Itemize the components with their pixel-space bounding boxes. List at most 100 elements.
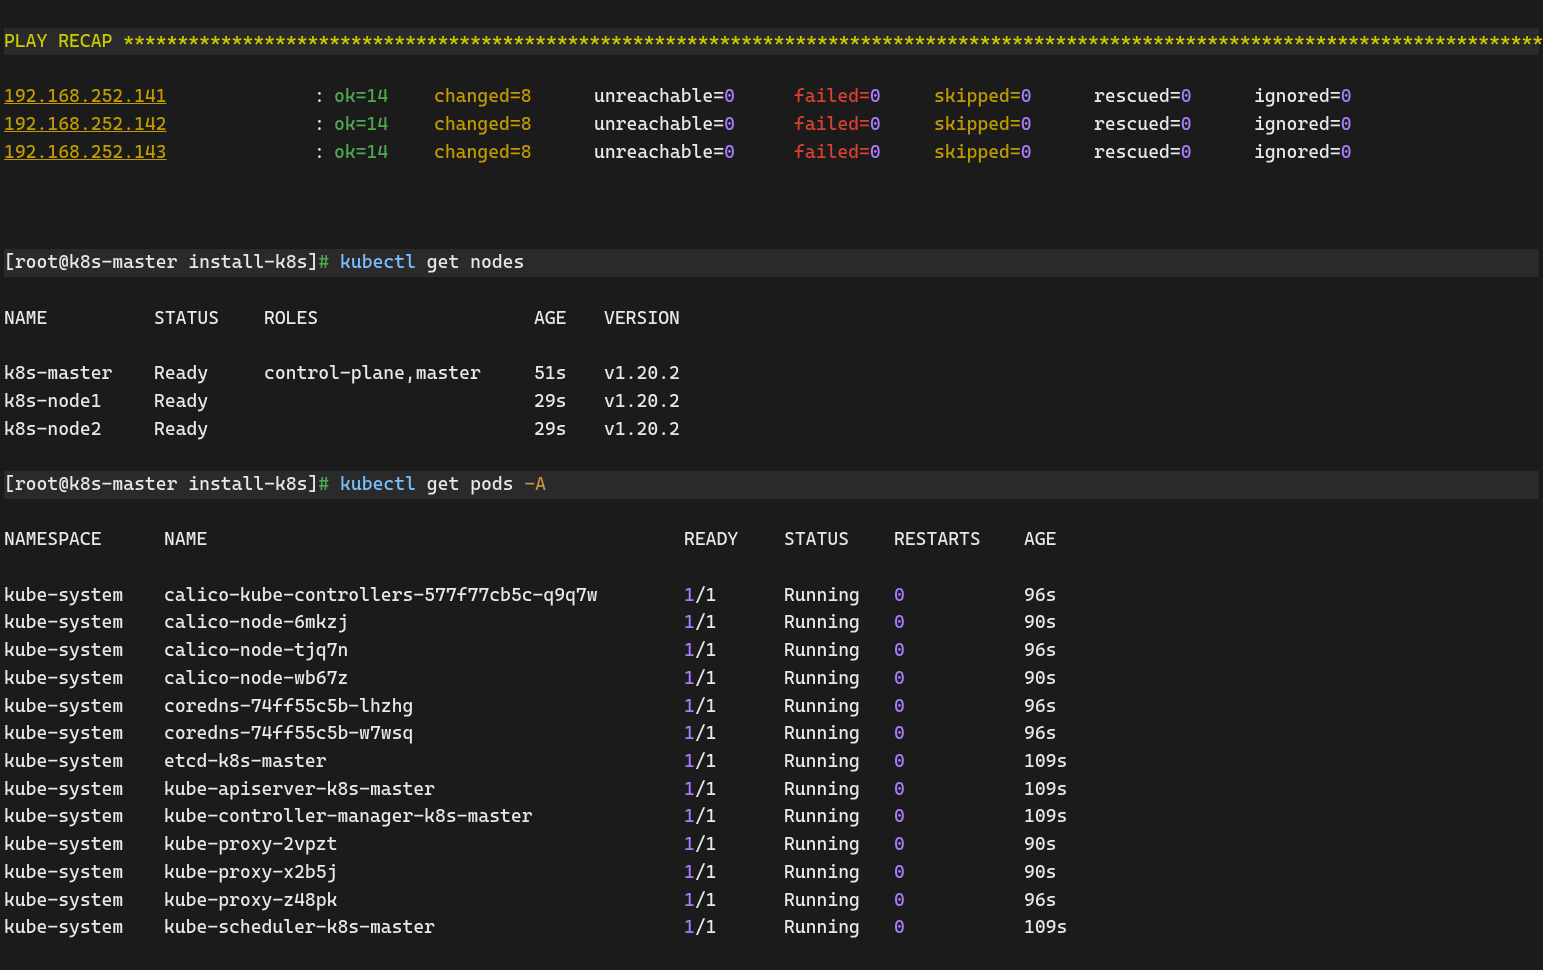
pod-restarts: 0 bbox=[894, 859, 1024, 887]
node-version: v1.20.2 bbox=[604, 416, 744, 444]
pod-namespace: kube-system bbox=[4, 803, 164, 831]
pod-restarts: 0 bbox=[894, 803, 1024, 831]
recap-skipped: skipped=0 bbox=[934, 111, 1094, 139]
col-name: NAME bbox=[4, 305, 154, 333]
recap-colon: : bbox=[314, 83, 334, 111]
pod-row: kube-systemkube-proxy-z48pk1/1Running096… bbox=[4, 887, 1539, 915]
pod-row: kube-systemkube-proxy-2vpzt1/1Running090… bbox=[4, 831, 1539, 859]
recap-unreachable: unreachable=0 bbox=[594, 139, 794, 167]
pod-namespace: kube-system bbox=[4, 914, 164, 942]
recap-host: 192.168.252.143 bbox=[4, 139, 314, 167]
col-roles: ROLES bbox=[264, 305, 534, 333]
col-status: STATUS bbox=[154, 305, 264, 333]
pod-restarts: 0 bbox=[894, 665, 1024, 693]
pod-age: 109s bbox=[1024, 776, 1124, 804]
pod-row: kube-systemetcd-k8s-master1/1Running0109… bbox=[4, 748, 1539, 776]
pod-status: Running bbox=[784, 803, 894, 831]
node-age: 29s bbox=[534, 416, 604, 444]
recap-rescued: rescued=0 bbox=[1094, 83, 1254, 111]
pod-age: 109s bbox=[1024, 748, 1124, 776]
pod-name: calico-node-wb67z bbox=[164, 665, 684, 693]
pod-namespace: kube-system bbox=[4, 776, 164, 804]
pod-ready: 1/1 bbox=[684, 831, 784, 859]
recap-rescued: rescued=0 bbox=[1094, 111, 1254, 139]
recap-host: 192.168.252.141 bbox=[4, 83, 314, 111]
pod-namespace: kube-system bbox=[4, 582, 164, 610]
pod-status: Running bbox=[784, 582, 894, 610]
pod-name: calico-node-6mkzj bbox=[164, 609, 684, 637]
pod-age: 90s bbox=[1024, 859, 1124, 887]
pod-name: kube-proxy-2vpzt bbox=[164, 831, 684, 859]
prompt-hash: # bbox=[318, 474, 329, 495]
pod-row: kube-systemkube-scheduler-k8s-master1/1R… bbox=[4, 914, 1539, 942]
pod-status: Running bbox=[784, 887, 894, 915]
pods-rows: kube-systemcalico-kube-controllers-577f7… bbox=[4, 582, 1539, 942]
pod-row: kube-systemcoredns-74ff55c5b-w7wsq1/1Run… bbox=[4, 720, 1539, 748]
node-name: k8s-master bbox=[4, 360, 154, 388]
pod-age: 96s bbox=[1024, 582, 1124, 610]
prompt-line-pods: [root@k8s-master install-k8s]# kubectl g… bbox=[4, 471, 1539, 499]
pod-ready: 1/1 bbox=[684, 582, 784, 610]
pod-namespace: kube-system bbox=[4, 859, 164, 887]
col-age: AGE bbox=[534, 305, 604, 333]
recap-ok: ok=14 bbox=[334, 111, 434, 139]
pod-row: kube-systemcoredns-74ff55c5b-lhzhg1/1Run… bbox=[4, 693, 1539, 721]
pod-status: Running bbox=[784, 720, 894, 748]
node-row: k8s-masterReadycontrol-plane,master51sv1… bbox=[4, 360, 1539, 388]
pod-name: kube-controller-manager-k8s-master bbox=[164, 803, 684, 831]
col-age: AGE bbox=[1024, 526, 1124, 554]
recap-changed: changed=8 bbox=[434, 83, 594, 111]
recap-host: 192.168.252.142 bbox=[4, 111, 314, 139]
pod-restarts: 0 bbox=[894, 887, 1024, 915]
pod-row: kube-systemcalico-node-tjq7n1/1Running09… bbox=[4, 637, 1539, 665]
play-recap-label: PLAY RECAP bbox=[4, 31, 123, 52]
play-recap-rows: 192.168.252.141:ok=14changed=8unreachabl… bbox=[4, 83, 1539, 166]
pod-ready: 1/1 bbox=[684, 693, 784, 721]
pod-age: 96s bbox=[1024, 720, 1124, 748]
pod-name: etcd-k8s-master bbox=[164, 748, 684, 776]
pod-status: Running bbox=[784, 776, 894, 804]
pod-row: kube-systemcalico-kube-controllers-577f7… bbox=[4, 582, 1539, 610]
node-status: Ready bbox=[154, 388, 264, 416]
recap-ok: ok=14 bbox=[334, 139, 434, 167]
pod-name: calico-node-tjq7n bbox=[164, 637, 684, 665]
nodes-header: NAMESTATUSROLESAGEVERSION bbox=[4, 305, 1539, 333]
node-roles: control-plane,master bbox=[264, 360, 534, 388]
pod-ready: 1/1 bbox=[684, 609, 784, 637]
recap-changed: changed=8 bbox=[434, 111, 594, 139]
pod-age: 109s bbox=[1024, 914, 1124, 942]
col-status: STATUS bbox=[784, 526, 894, 554]
terminal-output[interactable]: PLAY RECAP *****************************… bbox=[0, 0, 1543, 970]
pod-age: 96s bbox=[1024, 887, 1124, 915]
recap-failed: failed=0 bbox=[794, 139, 934, 167]
pod-name: kube-scheduler-k8s-master bbox=[164, 914, 684, 942]
pod-name: kube-proxy-x2b5j bbox=[164, 859, 684, 887]
pod-restarts: 0 bbox=[894, 637, 1024, 665]
play-recap-row: 192.168.252.142:ok=14changed=8unreachabl… bbox=[4, 111, 1539, 139]
recap-failed: failed=0 bbox=[794, 83, 934, 111]
pod-name: kube-proxy-z48pk bbox=[164, 887, 684, 915]
prompt-hash: # bbox=[318, 252, 329, 273]
pod-row: kube-systemcalico-node-6mkzj1/1Running09… bbox=[4, 609, 1539, 637]
recap-ok: ok=14 bbox=[334, 83, 434, 111]
play-recap-row: 192.168.252.141:ok=14changed=8unreachabl… bbox=[4, 83, 1539, 111]
pod-age: 109s bbox=[1024, 803, 1124, 831]
node-name: k8s-node2 bbox=[4, 416, 154, 444]
pod-age: 90s bbox=[1024, 665, 1124, 693]
pod-ready: 1/1 bbox=[684, 637, 784, 665]
blank-line bbox=[4, 194, 1539, 222]
pod-row: kube-systemkube-proxy-x2b5j1/1Running090… bbox=[4, 859, 1539, 887]
pod-restarts: 0 bbox=[894, 693, 1024, 721]
cmd-binary: kubectl bbox=[340, 474, 416, 495]
col-namespace: NAMESPACE bbox=[4, 526, 164, 554]
pod-namespace: kube-system bbox=[4, 748, 164, 776]
pod-row: kube-systemkube-controller-manager-k8s-m… bbox=[4, 803, 1539, 831]
pod-ready: 1/1 bbox=[684, 887, 784, 915]
pod-ready: 1/1 bbox=[684, 859, 784, 887]
col-name: NAME bbox=[164, 526, 684, 554]
pod-ready: 1/1 bbox=[684, 720, 784, 748]
col-restarts: RESTARTS bbox=[894, 526, 1024, 554]
pod-status: Running bbox=[784, 748, 894, 776]
pods-header: NAMESPACENAMEREADYSTATUSRESTARTSAGE bbox=[4, 526, 1539, 554]
recap-colon: : bbox=[314, 111, 334, 139]
